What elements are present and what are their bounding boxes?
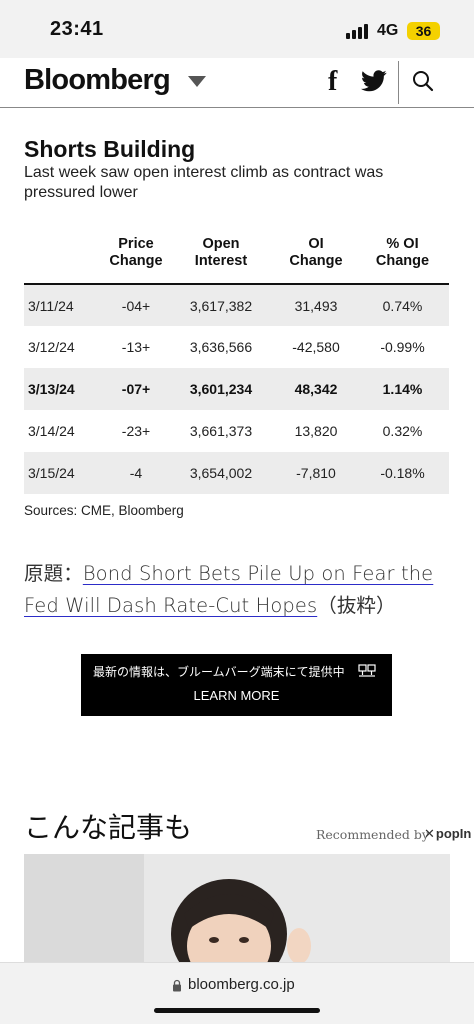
cell-oi-change: 31,493 [276,284,356,326]
column-header: Price Change [106,230,166,285]
table-header-row: Price Change Open Interest OI Change % OI Ch… [24,230,449,285]
chart-sources: Sources: CME, Bloomberg [24,503,184,518]
cell-price-change: -13+ [121,339,151,355]
cell-oi-change: 13,820 [294,423,338,439]
terminal-promo-banner[interactable]: 最新の情報は、ブルームバーグ端末にて提供中 LEARN MORE [81,654,392,716]
bloomberg-logo[interactable]: Bloomberg [24,64,171,97]
table-row: 3/12/24 -13+ 3,636,566 -42,580 -0.99% [24,326,449,368]
column-header: % OI Change [356,230,449,285]
battery-icon: 36 [407,22,440,40]
promo-text: 最新の情報は、ブルームバーグ端末にて提供中 [93,665,345,679]
twitter-icon[interactable] [361,70,387,92]
cell-price-change: -04+ [106,284,166,326]
cell-date: 3/12/24 [28,339,75,355]
facebook-icon[interactable]: f [328,66,337,98]
header-divider [398,61,399,104]
search-icon[interactable] [412,70,434,92]
site-header: Bloomberg f [0,58,474,108]
original-title: 原題：Bond Short Bets Pile Up on Fear the F… [24,558,444,622]
popin-icon: ✕ [424,826,435,841]
cell-date: 3/15/24 [24,452,106,494]
original-title-prefix: 原題： [24,562,83,585]
terminal-icon [358,664,376,677]
home-indicator[interactable] [154,1008,320,1013]
cell-open-interest: 3,601,234 [166,368,276,410]
cell-open-interest: 3,617,382 [166,284,276,326]
cell-price-change: -4 [106,452,166,494]
cell-pct-oi-change: 0.32% [382,423,423,439]
recommended-by-label: Recommended by [316,827,429,842]
cell-price-change: -23+ [121,423,151,439]
cell-date: 3/13/24 [24,368,106,410]
cell-pct-oi-change: -0.18% [356,452,449,494]
cell-date: 3/14/24 [28,423,75,439]
cell-date: 3/11/24 [24,284,106,326]
column-header [24,230,106,285]
table-row: 3/11/24 -04+ 3,617,382 31,493 0.74% [24,284,449,326]
browser-url-bar[interactable]: bloomberg.co.jp [0,962,474,1024]
cell-oi-change: 48,342 [276,368,356,410]
table-row: 3/15/24 -4 3,654,002 -7,810 -0.18% [24,452,449,494]
chart-subtitle: Last week saw open interest climb as con… [24,164,384,201]
learn-more-button[interactable]: LEARN MORE [81,688,392,703]
popin-logo[interactable]: ✕popIn [424,826,471,842]
url-domain[interactable]: bloomberg.co.jp [188,976,295,993]
status-bar: 23:41 4G 36 [0,0,474,58]
thumbnail-image [24,854,450,966]
signal-icon [346,24,370,39]
cell-open-interest: 3,636,566 [189,339,253,355]
cell-oi-change: -7,810 [276,452,356,494]
cell-open-interest: 3,661,373 [189,423,253,439]
chart-title: Shorts Building [24,136,196,162]
column-header: Open Interest [166,230,276,285]
status-time: 23:41 [50,18,104,40]
cell-pct-oi-change: -0.99% [380,339,425,355]
popin-brand: popIn [435,826,472,841]
column-header: OI Change [276,230,356,285]
cell-pct-oi-change: 0.74% [356,284,449,326]
cell-price-change: -07+ [106,368,166,410]
cell-oi-change: -42,580 [292,339,340,355]
network-type: 4G [377,22,399,39]
related-heading: こんな記事も [24,811,193,844]
lock-icon [173,979,181,992]
chevron-down-icon[interactable] [188,76,206,87]
table-row: 3/13/24 -07+ 3,601,234 48,342 1.14% [24,368,449,410]
cell-pct-oi-change: 1.14% [356,368,449,410]
original-title-suffix: （抜粋） [317,594,396,617]
cell-open-interest: 3,654,002 [166,452,276,494]
open-interest-table: Price Change Open Interest OI Change % OI Ch… [24,230,449,494]
related-article-thumbnail[interactable] [24,854,450,966]
table-row: 3/14/24 -23+ 3,661,373 13,820 0.32% [24,410,449,452]
